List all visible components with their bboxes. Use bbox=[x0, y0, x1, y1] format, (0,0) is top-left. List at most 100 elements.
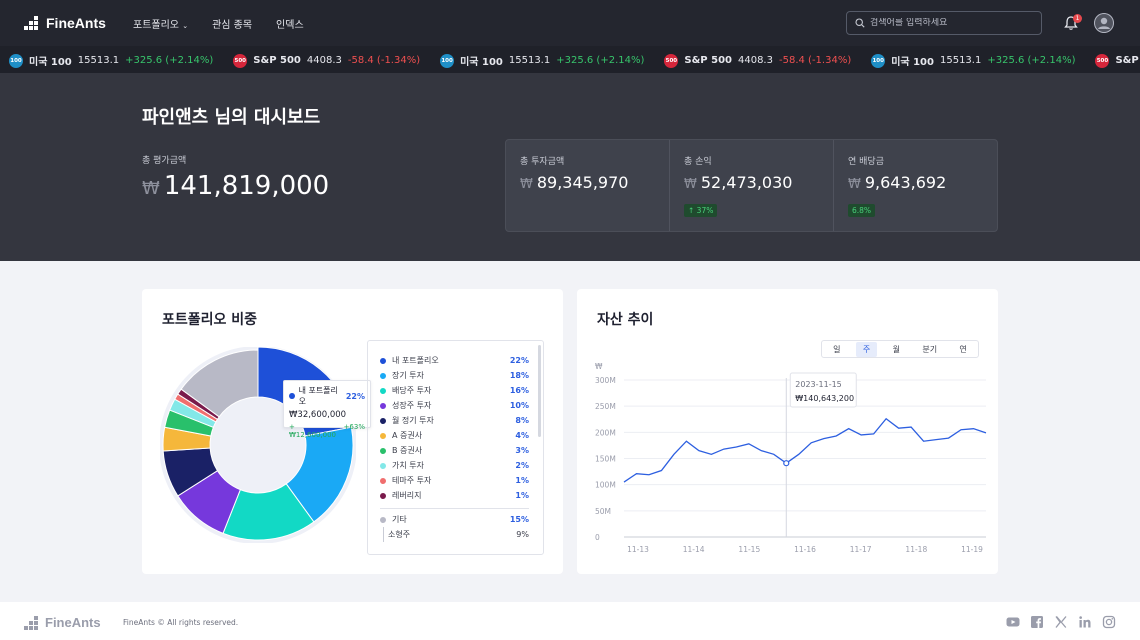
footer: FineAnts FineAnts © All rights reserved. bbox=[0, 602, 1140, 640]
legend-name: B 증권사 bbox=[392, 446, 423, 455]
index-badge-icon: 100 bbox=[871, 53, 886, 68]
legend-item[interactable]: 테마주 투자 1% bbox=[380, 473, 529, 488]
tooltip-gain-pct: +63% bbox=[343, 423, 365, 431]
ticker-value: 4408.3 bbox=[306, 55, 342, 66]
stat-label: 총 손익 bbox=[684, 157, 712, 167]
x-tick-label: 11-19 bbox=[961, 545, 983, 554]
top-navigation: FineAnts 포트폴리오 ⌄ 관심 종목 인덱스 1 bbox=[0, 0, 1140, 46]
stat-label: 연 배당금 bbox=[848, 157, 884, 167]
asset-trend-card: 자산 추이 일 주 월 분기 연 ₩0 50M 100M 150M 200M 250M 300M 11… bbox=[577, 289, 998, 574]
index-badge-icon: 500 bbox=[1095, 53, 1110, 68]
x-tick-label: 11-13 bbox=[627, 545, 649, 554]
legend-item[interactable]: 장기 투자 18% bbox=[380, 368, 529, 383]
stat-amount: 52,473,030 bbox=[700, 173, 793, 192]
market-ticker: 100 미국 100 15513.1 +325.6 (+2.14%) 500 S&P 50… bbox=[0, 46, 1140, 73]
ticker-item[interactable]: 500S&P 5004408.3-58.4 (-1.34%) bbox=[664, 53, 851, 68]
legend-name: 월 정기 투자 bbox=[392, 416, 434, 425]
instagram-icon[interactable] bbox=[1102, 614, 1116, 629]
legend-item[interactable]: B 증권사 3% bbox=[380, 443, 529, 458]
ticker-value: 4408.3 bbox=[737, 55, 773, 66]
legend-name: A 증권사 bbox=[392, 431, 423, 440]
total-value: ₩ 141,819,000 bbox=[142, 171, 329, 201]
avatar[interactable] bbox=[1094, 13, 1114, 33]
total-value-amount: 141,819,000 bbox=[163, 171, 330, 201]
legend-pct: 1% bbox=[515, 491, 529, 500]
dashboard-hero: 파인앤츠 님의 대시보드 총 평가금액 ₩ 141,819,000 총 투자금액… bbox=[0, 73, 1140, 261]
period-tab[interactable]: 일 bbox=[826, 342, 847, 357]
stat-amount: 89,345,970 bbox=[536, 173, 629, 192]
legend-item[interactable]: 레버리지 1% bbox=[380, 488, 529, 503]
x-tick-label: 11-16 bbox=[794, 545, 816, 554]
nav-watchlist[interactable]: 관심 종목 bbox=[212, 16, 252, 31]
legend-name: 레버리지 bbox=[392, 491, 422, 500]
currency-symbol: ₩ bbox=[684, 177, 697, 192]
period-tab[interactable]: 분기 bbox=[915, 342, 944, 357]
facebook-icon[interactable] bbox=[1030, 614, 1044, 628]
ticker-item[interactable]: 100 미국 100 15513.1 +325.6 (+2.14%) bbox=[871, 53, 1075, 68]
user-icon bbox=[1094, 13, 1114, 33]
footer-brand: FineAnts bbox=[45, 615, 101, 630]
logo-mark-icon bbox=[24, 16, 40, 30]
total-value-label: 총 평가금액 bbox=[142, 156, 187, 166]
portfolio-card-title: 포트폴리오 비중 bbox=[162, 312, 258, 328]
legend-item[interactable]: 내 포트폴리오 22% bbox=[380, 353, 529, 368]
legend-name: 장기 투자 bbox=[392, 371, 424, 380]
ticker-item[interactable]: 500S&P 5004408.3-58.4 (-1.34%) bbox=[233, 53, 420, 68]
ticker-change: +325.6 (+2.14%) bbox=[987, 55, 1076, 66]
asset-line-chart[interactable]: ₩0 50M 100M 150M 200M 250M 300M 11-13 11-14 11-15… bbox=[585, 357, 995, 562]
ticker-item[interactable]: 100 미국 100 15513.1 +325.6 (+2.14%) bbox=[440, 53, 644, 68]
stat-value: ₩89,345,970 bbox=[520, 173, 655, 192]
stat-profit: 총 손익 ₩52,473,030 ↑ 37% bbox=[669, 140, 833, 231]
y-tick-label: 300M bbox=[595, 376, 616, 385]
chevron-down-icon: ⌄ bbox=[182, 22, 189, 30]
legend-dot bbox=[380, 357, 386, 364]
x-twitter-icon[interactable] bbox=[1054, 614, 1068, 628]
currency-symbol: ₩ bbox=[520, 177, 533, 192]
ticker-item[interactable]: 500S&P 5004408.3-58.4 (-1.34%) bbox=[1095, 53, 1140, 68]
legend-sub-item: 소형주 9% bbox=[383, 527, 529, 542]
legend-divider bbox=[380, 508, 529, 509]
legend-item[interactable]: 가치 투자 2% bbox=[380, 458, 529, 473]
highlight-point[interactable] bbox=[783, 460, 790, 467]
brand-logo[interactable]: FineAnts bbox=[24, 15, 106, 31]
y-axis-label: ₩ bbox=[595, 362, 603, 371]
index-badge-icon: 100 bbox=[9, 53, 23, 68]
legend-pct: 1% bbox=[515, 476, 529, 485]
notification-badge: 1 bbox=[1073, 14, 1082, 23]
legend-pct: 22% bbox=[509, 356, 529, 365]
period-tab[interactable]: 주 bbox=[855, 341, 878, 357]
legend-sub-name: 소형주 bbox=[388, 530, 411, 539]
stat-amount: 9,643,692 bbox=[864, 173, 947, 192]
stat-dividend: 연 배당금 ₩9,643,692 6.8% bbox=[833, 140, 997, 231]
legend-item[interactable]: 성장주 투자 10% bbox=[380, 398, 529, 413]
search-input[interactable] bbox=[870, 18, 1040, 28]
portfolio-donut-chart[interactable] bbox=[160, 347, 356, 543]
period-tab[interactable]: 월 bbox=[886, 342, 907, 357]
period-tab[interactable]: 연 bbox=[952, 342, 973, 357]
legend-scrollbar[interactable] bbox=[538, 345, 541, 437]
ticker-name: S&P 500 bbox=[684, 55, 732, 66]
y-tick-label: 250M bbox=[595, 402, 616, 411]
legend-pct: 10% bbox=[509, 401, 529, 410]
legend-item[interactable]: 월 정기 투자 8% bbox=[380, 413, 529, 428]
ticker-item[interactable]: 100 미국 100 15513.1 +325.6 (+2.14%) bbox=[9, 53, 213, 68]
ticker-change: +325.6 (+2.14%) bbox=[556, 55, 645, 66]
legend-item[interactable]: 배당주 투자 16% bbox=[380, 383, 529, 398]
nav-portfolio[interactable]: 포트폴리오 ⌄ bbox=[133, 16, 188, 31]
tooltip-gain: +₩12,600,000 bbox=[289, 423, 337, 439]
y-tick-label: 0 bbox=[595, 533, 600, 542]
legend-pct: 3% bbox=[515, 446, 529, 455]
footer-logo[interactable]: FineAnts bbox=[24, 615, 101, 630]
search-icon bbox=[855, 18, 865, 28]
legend-item[interactable]: A 증권사 4% bbox=[380, 428, 529, 443]
youtube-icon[interactable] bbox=[1006, 614, 1020, 628]
stat-label: 총 투자금액 bbox=[520, 157, 565, 167]
x-tick-label: 11-14 bbox=[683, 545, 705, 554]
chart-tooltip-value: ₩140,643,200 bbox=[795, 394, 854, 403]
legend-pct: 15% bbox=[509, 515, 529, 524]
profit-rate-badge: ↑ 37% bbox=[684, 204, 718, 217]
ticker-value: 15513.1 bbox=[77, 55, 120, 66]
nav-index[interactable]: 인덱스 bbox=[276, 16, 304, 31]
legend-item-other[interactable]: 기타 15% bbox=[380, 512, 529, 527]
linkedin-icon[interactable] bbox=[1078, 614, 1092, 628]
